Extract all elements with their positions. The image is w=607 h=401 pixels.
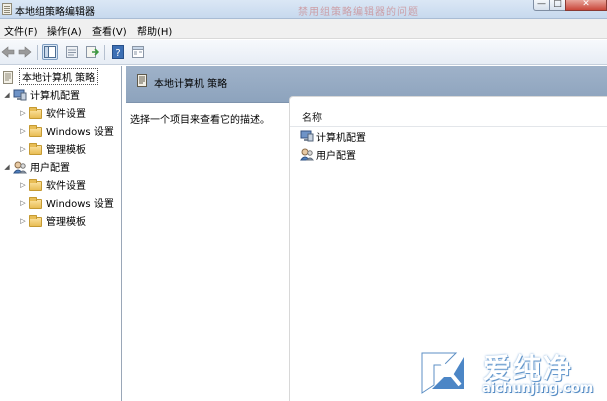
expand-arrow-icon[interactable]: ▷ xyxy=(19,109,27,117)
tree-label-computer-software: 软件设置 xyxy=(46,109,86,120)
list-label-user-config: 用户配置 xyxy=(316,150,356,162)
folder-icon xyxy=(29,196,43,209)
list-label-computer-config: 计算机配置 xyxy=(316,132,366,144)
forward-arrow-icon[interactable] xyxy=(17,44,33,60)
logo-domain: aichunjing.com xyxy=(482,381,594,396)
help-icon[interactable]: ? xyxy=(110,44,126,60)
folder-icon xyxy=(29,106,43,119)
back-arrow-icon[interactable] xyxy=(0,44,16,60)
tree-label-computer-templates: 管理模板 xyxy=(46,145,86,156)
minimize-button[interactable]: — xyxy=(533,0,550,11)
tree-label-user-software: 软件设置 xyxy=(46,181,86,192)
minimize-icon: — xyxy=(537,0,546,9)
properties-icon[interactable] xyxy=(64,44,80,60)
expand-arrow-icon[interactable]: ▷ xyxy=(19,217,27,225)
expand-arrow-icon[interactable]: ▷ xyxy=(19,181,27,189)
title-bar: 本地组策略编辑器 禁用组策略编辑器的问题 — □ ✕ xyxy=(0,0,607,19)
tree-label-computer-config: 计算机配置 xyxy=(30,91,80,102)
column-header-name[interactable]: 名称 xyxy=(290,105,607,127)
expand-arrow-icon[interactable]: ▷ xyxy=(19,145,27,153)
expand-arrow-icon[interactable]: ▷ xyxy=(19,199,27,207)
computer-icon xyxy=(300,130,314,142)
computer-icon xyxy=(13,89,27,101)
menu-file[interactable]: 文件(F) xyxy=(4,23,38,38)
toolbar-separator xyxy=(104,45,105,60)
description-text: 选择一个项目来查看它的描述。 xyxy=(130,115,270,126)
title-watermark: 禁用组策略编辑器的问题 xyxy=(298,7,419,18)
maximize-icon: □ xyxy=(553,0,562,9)
logo-mark-icon xyxy=(419,350,464,396)
tree-item-computer-templates[interactable]: ▷ 管理模板 xyxy=(19,140,86,157)
collapse-arrow-icon[interactable]: ◢ xyxy=(3,163,11,171)
column-header-label: 名称 xyxy=(302,113,322,124)
collapse-arrow-icon[interactable]: ◢ xyxy=(3,91,11,99)
tree-item-root[interactable]: 本地计算机 策略 xyxy=(2,68,99,85)
folder-icon xyxy=(29,214,43,227)
folder-icon xyxy=(29,178,43,191)
menu-action[interactable]: 操作(A) xyxy=(47,23,82,38)
user-icon xyxy=(13,161,28,173)
extended-view-icon[interactable] xyxy=(130,44,146,60)
menu-help[interactable]: 帮助(H) xyxy=(137,23,172,38)
list-item-computer-config[interactable]: 计算机配置 xyxy=(300,128,366,144)
details-title: 本地计算机 策略 xyxy=(154,79,228,90)
tree-label-user-windows: Windows 设置 xyxy=(46,199,114,210)
site-logo: 爱纯净 aichunjing.com xyxy=(410,345,607,401)
folder-icon xyxy=(29,142,43,155)
toolbar-separator xyxy=(37,45,38,60)
tree-item-computer-software[interactable]: ▷ 软件设置 xyxy=(19,104,86,121)
toolbar: ? xyxy=(0,40,607,65)
list-item-user-config[interactable]: 用户配置 xyxy=(300,146,356,162)
close-button[interactable]: ✕ xyxy=(565,0,607,11)
tree-label-user-config: 用户配置 xyxy=(30,163,70,174)
menu-bar: 文件(F) 操作(A) 查看(V) 帮助(H) xyxy=(0,19,607,39)
console-tree: 本地计算机 策略 ◢ 计算机配置 ▷ 软件设置 ▷ Windows 设置 ▷ 管… xyxy=(0,66,122,401)
menu-view[interactable]: 查看(V) xyxy=(92,23,127,38)
policy-document-icon xyxy=(136,74,148,90)
description-pane: 选择一个项目来查看它的描述。 xyxy=(126,103,289,401)
tree-item-user-templates[interactable]: ▷ 管理模板 xyxy=(19,212,86,229)
expand-arrow-icon[interactable]: ▷ xyxy=(19,127,27,135)
tree-label-root: 本地计算机 策略 xyxy=(19,68,99,85)
maximize-button[interactable]: □ xyxy=(549,0,566,11)
close-icon: ✕ xyxy=(582,0,590,9)
folder-icon xyxy=(29,124,43,137)
user-icon xyxy=(300,148,315,161)
tree-item-user-windows[interactable]: ▷ Windows 设置 xyxy=(19,194,114,211)
tree-item-computer-config[interactable]: ◢ 计算机配置 xyxy=(3,86,80,103)
svg-text:?: ? xyxy=(115,48,120,59)
tree-item-user-software[interactable]: ▷ 软件设置 xyxy=(19,176,86,193)
policy-document-icon xyxy=(2,70,16,84)
show-tree-icon[interactable] xyxy=(42,44,58,60)
tree-label-user-templates: 管理模板 xyxy=(46,217,86,228)
tree-label-computer-windows: Windows 设置 xyxy=(46,127,114,138)
export-icon[interactable] xyxy=(84,44,100,60)
window-title: 本地组策略编辑器 xyxy=(15,7,95,18)
tree-item-computer-windows[interactable]: ▷ Windows 设置 xyxy=(19,122,114,139)
app-icon xyxy=(2,3,12,15)
tree-item-user-config[interactable]: ◢ 用户配置 xyxy=(3,158,70,175)
